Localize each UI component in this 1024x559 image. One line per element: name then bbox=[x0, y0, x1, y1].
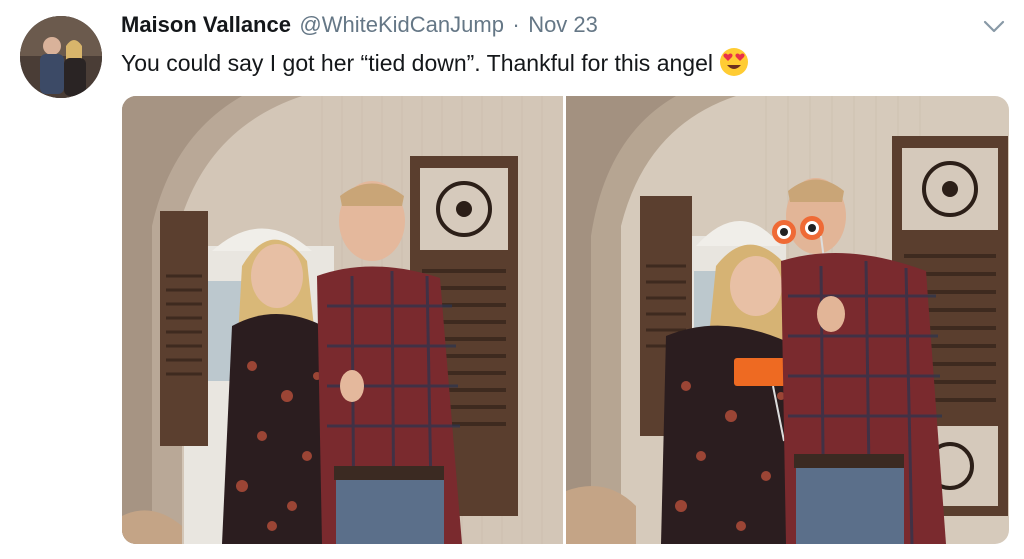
tweet-card: Maison Vallance @WhiteKidCanJump · Nov 2… bbox=[0, 0, 1024, 559]
tweet-photo-right[interactable] bbox=[566, 96, 1009, 544]
chevron-down-icon[interactable] bbox=[982, 14, 1006, 38]
user-handle[interactable]: @WhiteKidCanJump bbox=[299, 12, 504, 37]
display-name[interactable]: Maison Vallance bbox=[121, 12, 291, 37]
avatar[interactable] bbox=[20, 16, 102, 98]
tweet-text-row: You could say I got her “tied down”. Tha… bbox=[121, 47, 749, 77]
meta-separator: · bbox=[512, 12, 520, 37]
tweet-photo-left[interactable] bbox=[122, 96, 563, 544]
heart-eyes-emoji bbox=[719, 47, 749, 77]
tweet-header: Maison Vallance @WhiteKidCanJump · Nov 2… bbox=[121, 12, 598, 42]
tweet-date[interactable]: Nov 23 bbox=[528, 12, 598, 37]
tweet-text: You could say I got her “tied down”. Tha… bbox=[121, 50, 713, 76]
